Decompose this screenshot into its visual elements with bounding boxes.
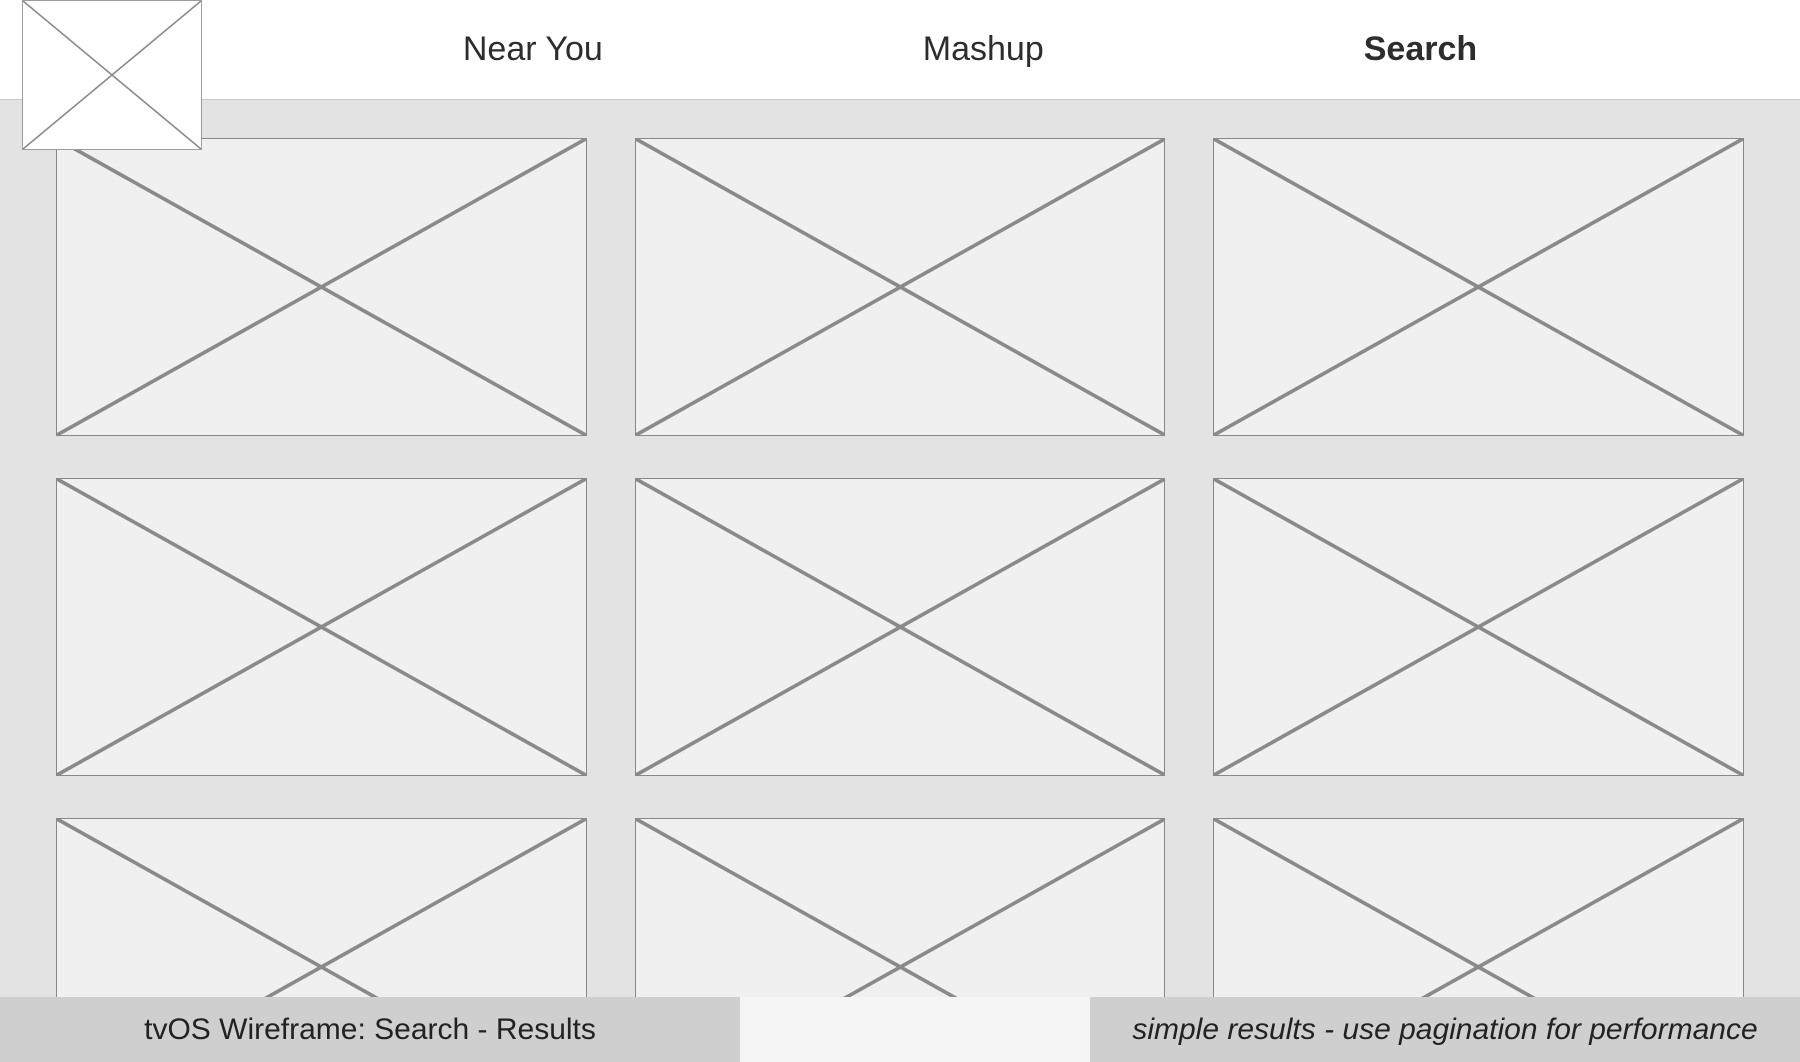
result-card[interactable]: [1213, 478, 1744, 776]
footer-spacer: [740, 997, 1090, 1062]
tab-strip: Near You Mashup Search: [0, 30, 1800, 69]
result-card[interactable]: [56, 818, 587, 997]
top-navbar: Near You Mashup Search: [0, 0, 1800, 100]
placeholder-image-icon: [636, 139, 1165, 435]
annotation-footer: tvOS Wireframe: Search - Results simple …: [0, 997, 1800, 1062]
placeholder-image-icon: [23, 1, 201, 149]
placeholder-image-icon: [57, 139, 586, 435]
placeholder-image-icon: [636, 819, 1165, 997]
placeholder-image-icon: [636, 479, 1165, 775]
result-card[interactable]: [56, 138, 587, 436]
results-grid: [56, 138, 1744, 997]
tab-mashup[interactable]: Mashup: [923, 30, 1044, 69]
tab-near-you[interactable]: Near You: [463, 30, 603, 69]
placeholder-image-icon: [57, 819, 586, 997]
wireframe-note: simple results - use pagination for perf…: [1090, 997, 1800, 1062]
tab-search[interactable]: Search: [1364, 30, 1477, 69]
result-card[interactable]: [56, 478, 587, 776]
result-card[interactable]: [635, 818, 1166, 997]
placeholder-image-icon: [1214, 479, 1743, 775]
placeholder-image-icon: [57, 479, 586, 775]
result-card[interactable]: [635, 478, 1166, 776]
result-card[interactable]: [1213, 818, 1744, 997]
result-card[interactable]: [1213, 138, 1744, 436]
placeholder-image-icon: [1214, 139, 1743, 435]
screen-root: Near You Mashup Search tvOS Wireframe: S…: [0, 0, 1800, 1062]
wireframe-title: tvOS Wireframe: Search - Results: [0, 997, 740, 1062]
placeholder-image-icon: [1214, 819, 1743, 997]
result-card[interactable]: [635, 138, 1166, 436]
app-logo-placeholder[interactable]: [22, 0, 202, 150]
